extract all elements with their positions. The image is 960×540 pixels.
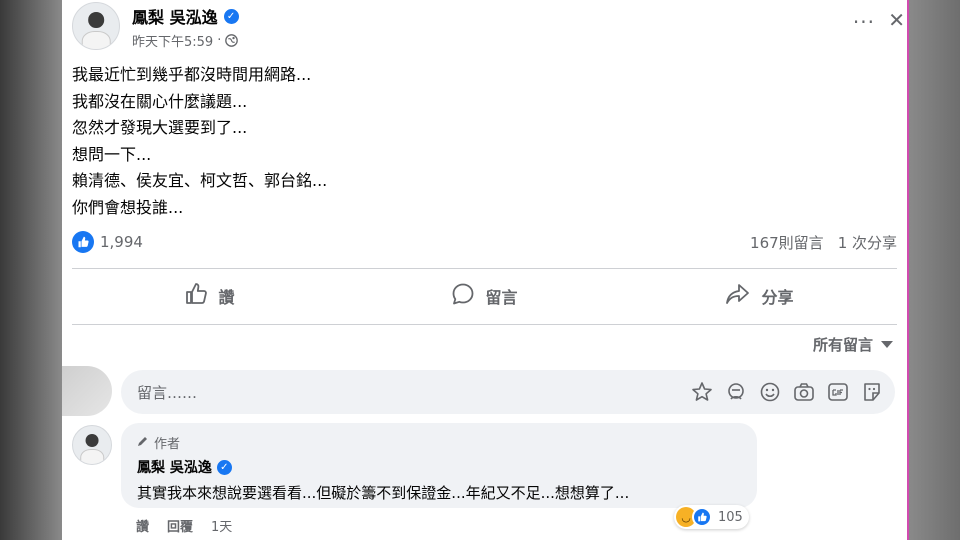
post-line: 想問一下... — [72, 144, 152, 164]
background-right — [908, 0, 960, 540]
post-timestamp[interactable]: 昨天下午5:59 — [132, 31, 213, 50]
comment-input-placeholder: 留言…… — [137, 383, 198, 402]
post-author-name[interactable]: 鳳梨 吳泓逸 ✓ — [132, 4, 239, 28]
comment-text: 其實我本來想說要選看看...但礙於籌不到保證金...年紀又不足...想想算了..… — [137, 484, 630, 502]
post-text: 我最近忙到幾乎都沒時間用網路... 我都沒在關心什麼議題... 忽然才發現大選要… — [72, 62, 872, 222]
avatar-body-shape — [80, 448, 104, 464]
comment-time[interactable]: 1天 — [211, 516, 232, 535]
post-author-name-text[interactable]: 鳳梨 吳泓逸 — [132, 4, 218, 28]
comments-count[interactable]: 167則留言 — [750, 232, 824, 253]
post-line: 賴清德、侯友宜、柯文哲、郭台銘... — [72, 171, 328, 191]
facebook-post-card: 鳳梨 吳泓逸 ✓ 昨天下午5:59 · ··· ✕ 我最近忙到幾乎都沒時間用網路… — [62, 0, 907, 540]
post-line: 我最近忙到幾乎都沒時間用網路... — [72, 65, 312, 84]
background-left — [0, 0, 62, 540]
comment-reactions[interactable]: ◡ 105 — [674, 505, 749, 529]
comment-author-name[interactable]: 鳳梨 吳泓逸 ✓ — [137, 457, 232, 477]
reactions-summary[interactable]: 1,994 — [72, 231, 143, 253]
reactions-count[interactable]: 1,994 — [100, 233, 143, 251]
post-line: 我都沒在關心什麼議題... — [72, 91, 248, 111]
pencil-icon — [137, 435, 149, 451]
verified-badge-icon: ✓ — [216, 459, 232, 475]
author-tag: 作者 — [137, 433, 180, 452]
comment-sort-label: 所有留言 — [812, 336, 873, 354]
comment-button[interactable]: 留言 — [347, 273, 622, 319]
comment-bubble: 作者 鳳梨 吳泓逸 ✓ 其實我本來想說要選看看...但礙於籌不到保證金...年紀… — [121, 423, 757, 508]
globe-icon — [225, 34, 239, 47]
comment-input-tools — [691, 370, 883, 414]
author-avatar[interactable] — [72, 2, 120, 50]
emoji-icon[interactable] — [759, 381, 781, 403]
comment-actions: 讚 回覆 1天 — [136, 516, 232, 535]
avatar-icon[interactable] — [725, 381, 747, 403]
post-meta: 昨天下午5:59 · — [132, 31, 239, 50]
comment-bubble-icon — [451, 282, 475, 310]
stats-divider — [72, 268, 897, 269]
avatar-sticker-icon[interactable] — [691, 381, 713, 403]
post-line: 忽然才發現大選要到了... — [72, 118, 248, 138]
like-button-label: 讚 — [218, 288, 235, 307]
sticker-icon[interactable] — [861, 381, 883, 403]
comment-like-button[interactable]: 讚 — [136, 516, 149, 535]
like-button[interactable]: 讚 — [72, 273, 347, 319]
shares-count[interactable]: 1 次分享 — [838, 232, 897, 253]
actions-divider — [72, 324, 897, 325]
viewer-avatar — [62, 366, 112, 416]
camera-icon[interactable] — [793, 381, 815, 403]
post-action-bar: 讚 留言 分享 — [72, 273, 897, 319]
engagement-counts: 167則留言 1 次分享 — [750, 232, 897, 253]
more-options-icon[interactable]: ··· — [853, 10, 875, 34]
post-stats: 1,994 167則留言 1 次分享 — [72, 230, 897, 254]
thumbs-up-icon — [184, 282, 208, 310]
comment-input[interactable]: 留言…… — [121, 370, 895, 414]
avatar-head-shape — [85, 433, 99, 447]
caret-down-icon — [881, 341, 893, 348]
avatar-body-shape — [81, 30, 111, 49]
comment-author-avatar[interactable] — [72, 425, 112, 465]
comment-sort-dropdown[interactable]: 所有留言 — [813, 334, 893, 355]
like-reaction-icon — [692, 507, 712, 527]
close-icon[interactable]: ✕ — [888, 8, 905, 32]
avatar-head-shape — [88, 12, 104, 28]
verified-badge-icon: ✓ — [223, 8, 239, 24]
post-line: 你們會想投誰... — [72, 197, 184, 217]
share-button[interactable]: 分享 — [622, 273, 897, 319]
comment-author-name-text[interactable]: 鳳梨 吳泓逸 — [137, 457, 212, 477]
author-tag-label: 作者 — [154, 437, 181, 452]
gif-icon[interactable] — [827, 381, 849, 403]
comment-reaction-count: 105 — [718, 509, 743, 525]
comment-button-label: 留言 — [485, 288, 518, 307]
share-arrow-icon — [725, 282, 751, 310]
comment-reply-button[interactable]: 回覆 — [167, 516, 193, 535]
share-button-label: 分享 — [761, 288, 794, 307]
like-reaction-icon — [72, 231, 94, 253]
